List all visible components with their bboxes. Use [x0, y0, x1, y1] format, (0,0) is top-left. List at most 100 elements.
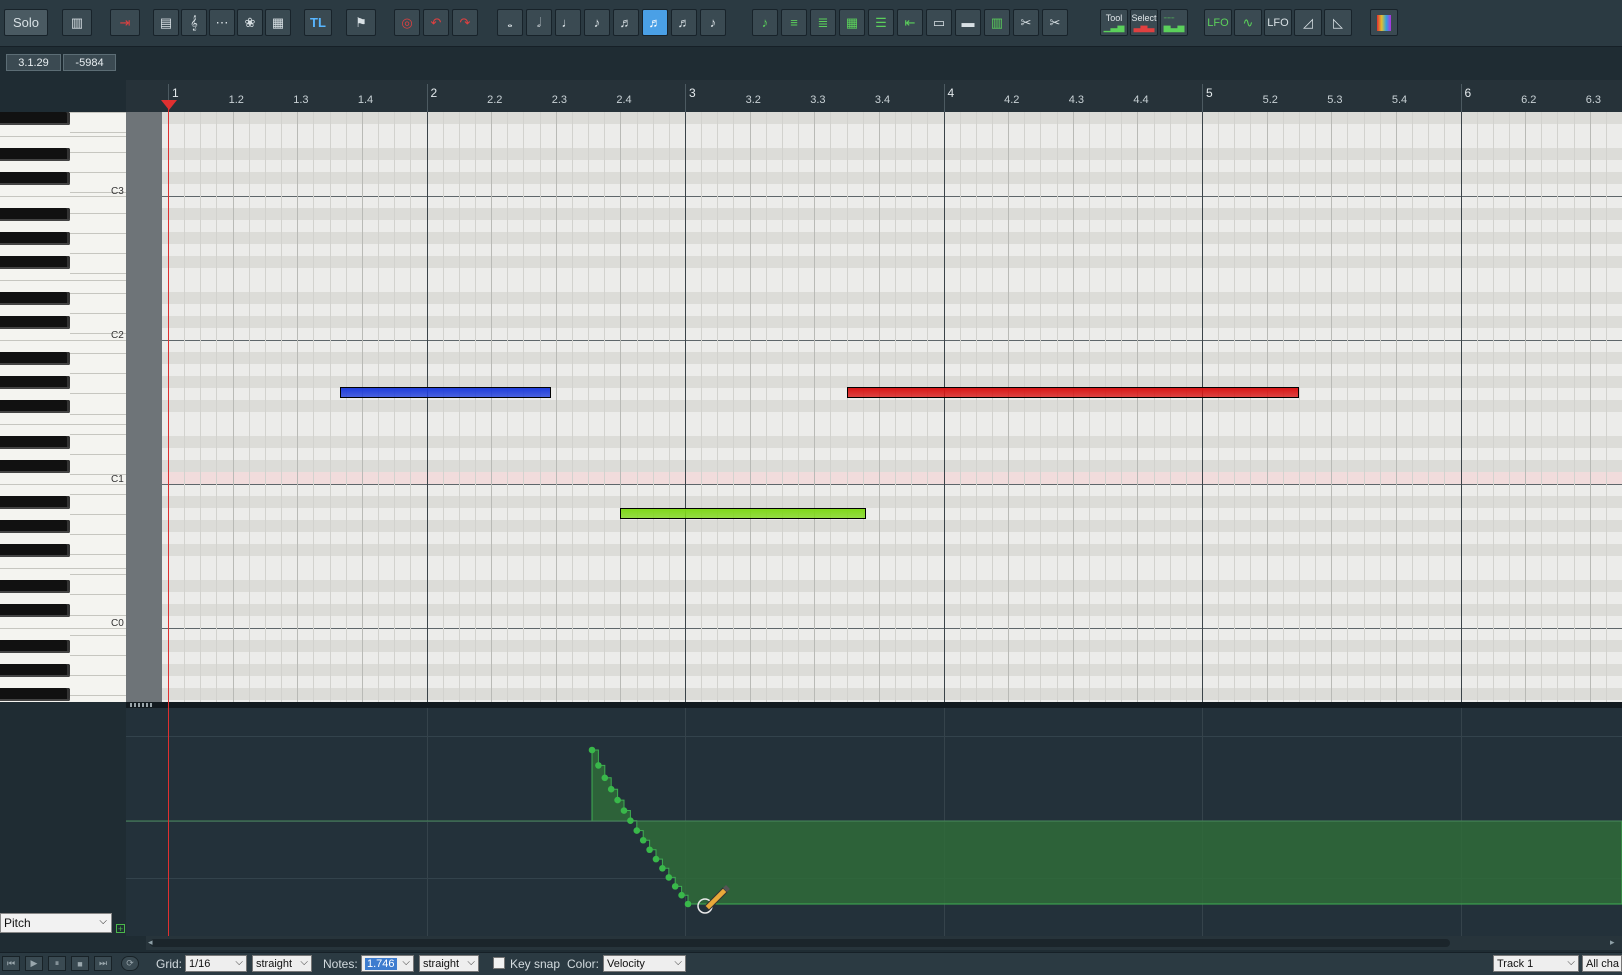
cc-point[interactable]	[595, 762, 602, 769]
cc-point[interactable]	[614, 796, 621, 804]
piano-black-key[interactable]	[0, 147, 70, 161]
chop-icon[interactable]: ▬	[955, 9, 981, 36]
loop-icon[interactable]: ⟳	[121, 956, 139, 971]
extend-icon[interactable]: ☰	[868, 9, 894, 36]
note-red[interactable]	[847, 387, 1299, 398]
color-mode-select[interactable]: Velocity ⌵	[603, 955, 686, 972]
lfo2-button[interactable]: LFO	[1264, 9, 1292, 36]
grid-select[interactable]: 1/16 ⌵	[185, 955, 247, 972]
piano-black-key[interactable]	[0, 171, 70, 185]
cc-lane-select[interactable]: Pitch ⌵	[0, 913, 112, 933]
cc-point[interactable]	[627, 817, 634, 824]
split-icon[interactable]: ▭	[926, 9, 952, 36]
notes-mode-select[interactable]: straight ⌵	[419, 955, 479, 972]
cc-point[interactable]	[607, 785, 615, 793]
ramp-down-icon[interactable]: ◺	[1324, 9, 1352, 36]
piano-black-key[interactable]	[0, 639, 70, 653]
note-length-icon[interactable]: ♪	[752, 9, 778, 36]
playhead-marker-icon[interactable]	[161, 100, 177, 110]
lfo-button[interactable]: LFO	[1204, 9, 1232, 36]
note-green[interactable]	[620, 508, 866, 519]
cc-lane[interactable]	[126, 708, 1622, 936]
sixteenth-note-icon[interactable]: ♬	[613, 9, 639, 36]
trim-icon[interactable]: ⇤	[897, 9, 923, 36]
piano-black-key[interactable]	[0, 375, 70, 389]
named-notes-icon[interactable]: ⋯	[209, 9, 235, 36]
channel-select[interactable]: All cha	[1582, 955, 1622, 972]
piano-black-key[interactable]	[0, 459, 70, 473]
piano-black-key[interactable]	[0, 255, 70, 269]
piano-black-key[interactable]	[0, 231, 70, 245]
record-icon[interactable]: ◎	[394, 9, 420, 36]
cc-point[interactable]	[652, 855, 660, 863]
timeline-ruler[interactable]: 1 1.2 1.3 1.4 2 2.2 2.3 2.4 3 3.2 3.3 3.4 4 4.2 4.3 4.4…	[126, 80, 1622, 112]
piano-black-key[interactable]	[0, 207, 70, 221]
drum-pattern-icon[interactable]: ▦	[265, 9, 291, 36]
cc-point[interactable]	[646, 846, 653, 854]
cc-point[interactable]	[620, 807, 628, 814]
note-grid[interactable]	[162, 112, 1622, 702]
piano-black-key[interactable]	[0, 687, 70, 701]
drum-map-icon[interactable]: ❀	[237, 9, 263, 36]
keysnap-checkbox[interactable]	[493, 957, 505, 969]
solo-button[interactable]: Solo	[4, 9, 48, 36]
cc-envelope[interactable]	[126, 708, 1622, 936]
piano-black-key[interactable]	[0, 435, 70, 449]
color-palette-icon[interactable]	[1370, 9, 1398, 36]
scroll-right-icon[interactable]: ▸	[1610, 937, 1615, 948]
ramp-up-icon[interactable]: ◿	[1294, 9, 1322, 36]
cc-point[interactable]	[671, 883, 679, 890]
cut-icon[interactable]: ✂	[1013, 9, 1039, 36]
piano-black-key[interactable]	[0, 519, 70, 533]
mixer-icon[interactable]: ┈┈ ▅▃▅	[1160, 9, 1188, 36]
cc-point[interactable]	[633, 827, 641, 834]
triplet-note-icon[interactable]: ♪	[700, 9, 726, 36]
cc-point[interactable]	[588, 746, 596, 754]
grid-mode-select[interactable]: straight ⌵	[252, 955, 312, 972]
notation-view-icon[interactable]: 𝄞	[181, 9, 207, 36]
piano-keyboard[interactable]: C3 C2 C1 C0	[0, 112, 126, 702]
undo-icon[interactable]: ↶	[423, 9, 449, 36]
cc-point[interactable]	[665, 874, 673, 881]
cc-point[interactable]	[684, 900, 692, 908]
cc-point[interactable]	[639, 836, 647, 844]
piano-black-key[interactable]	[0, 579, 70, 593]
piano-black-key[interactable]	[0, 495, 70, 509]
piano-black-key[interactable]	[0, 315, 70, 329]
cc-point[interactable]	[659, 865, 666, 872]
play-icon[interactable]: ▶	[25, 956, 43, 971]
go-start-icon[interactable]: ⏮	[2, 956, 20, 971]
piano-black-key[interactable]	[0, 603, 70, 617]
piano-view-icon[interactable]: ▤	[153, 9, 179, 36]
splitter-grip-icon[interactable]	[130, 703, 152, 707]
piano-black-key[interactable]	[0, 291, 70, 305]
sixty-fourth-note-icon[interactable]: ♬	[671, 9, 697, 36]
cc-point[interactable]	[678, 891, 685, 899]
piano-black-key[interactable]	[0, 351, 70, 365]
track-select[interactable]: Track 1 ⌵	[1493, 955, 1579, 972]
go-end-icon[interactable]: ⏭	[94, 956, 112, 971]
thirty-second-note-icon[interactable]: ♬	[642, 9, 668, 36]
velocity-icon[interactable]: ▥	[984, 9, 1010, 36]
quarter-note-icon[interactable]: ♩	[555, 9, 581, 36]
playhead[interactable]	[168, 100, 169, 940]
stop-icon[interactable]: ■	[71, 956, 89, 971]
tool-button[interactable]: Tool ▁▃▅	[1100, 9, 1128, 36]
piano-black-key[interactable]	[0, 112, 70, 125]
piano-roll-icon[interactable]: ▥	[62, 9, 92, 36]
cut-all-icon[interactable]: ✂	[1042, 9, 1068, 36]
notes-length-select[interactable]: 1.746 ⌵	[361, 955, 414, 972]
tl-button[interactable]: TL	[304, 9, 332, 36]
pause-icon[interactable]: ⏸	[48, 956, 66, 971]
piano-black-key[interactable]	[0, 543, 70, 557]
glue-icon[interactable]: ▦	[839, 9, 865, 36]
note-blue[interactable]	[340, 387, 551, 398]
step-record-icon[interactable]: ⇥	[110, 9, 140, 36]
select-button[interactable]: Select ▃▅▃	[1130, 9, 1158, 36]
eighth-note-icon[interactable]: ♪	[584, 9, 610, 36]
piano-black-key[interactable]	[0, 399, 70, 413]
scroll-left-icon[interactable]: ◂	[148, 937, 153, 948]
lfo-wave-icon[interactable]: ∿	[1234, 9, 1262, 36]
cc-point[interactable]	[601, 774, 609, 782]
add-lane-icon[interactable]: +	[116, 924, 125, 934]
